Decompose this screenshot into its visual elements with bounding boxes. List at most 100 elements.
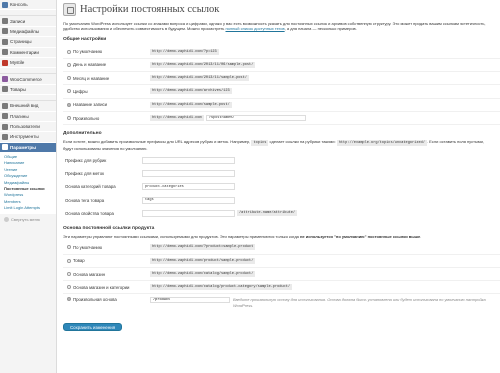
permalink-option-row: Название записи http://demo.zaphid1.com/s… — [63, 99, 500, 112]
optional-heading: Дополнительно — [63, 131, 102, 137]
sidebar-item-pin[interactable]: Записи — [0, 16, 56, 27]
save-changes-button[interactable]: Сохранить изменения — [63, 323, 123, 332]
page-title: Настройки постоянных ссылок — [80, 4, 220, 15]
sidebar-item-appearance[interactable]: Внешний вид — [0, 101, 56, 112]
product-base-example-code: http://demo.zaphid1.com/catalog/product-… — [150, 284, 293, 291]
product-base-option-row: Основа магазин http://demo.zaphid1.com/ca… — [63, 268, 500, 282]
settings-page-icon — [63, 3, 76, 16]
sidebar-item-tools[interactable]: Инструменты — [0, 132, 56, 143]
sidebar-item-products[interactable]: Товары — [0, 85, 56, 96]
optional-field-row: Префикс для меток — [63, 167, 500, 180]
sidebar-item-label: Плагины — [10, 113, 29, 119]
sidebar-item-pages[interactable]: Страницы — [0, 37, 56, 48]
sidebar-item-dashboard[interactable]: Консоль — [0, 0, 56, 11]
sidebar-item-settings[interactable]: Параметры — [0, 142, 56, 154]
permalink-option-label: По умолчанию — [73, 49, 103, 55]
collapse-menu-button[interactable]: Свернуть меню — [0, 214, 56, 222]
optional-field-input[interactable] — [142, 209, 235, 217]
product-base-option-row: По умолчанию http://demo.zaphid1.com/?pro… — [63, 241, 500, 255]
permalink-option-label: Месяц и название — [73, 75, 110, 81]
sidebar-item-media[interactable]: Медиафайлы — [0, 27, 56, 38]
settings-submenu: Общие Написание Чтение Обсуждение Медиафайлы… — [0, 153, 56, 214]
permalink-example-code: http://demo.zaphid1.com/archives/123 — [150, 88, 232, 95]
media-icon — [2, 28, 8, 35]
submenu-item[interactable]: Limit Login Attempts — [0, 205, 56, 211]
permalink-option-label: Название записи — [73, 102, 108, 108]
title-row: Настройки постоянных ссылок — [63, 1, 500, 18]
product-base-radio[interactable] — [67, 258, 71, 263]
product-options: По умолчанию http://demo.zaphid1.com/?pro… — [63, 241, 500, 295]
optional-field-input[interactable] — [142, 170, 235, 178]
custom-structure-input[interactable] — [205, 115, 306, 122]
product-base-option-label: Основа магазин — [73, 271, 105, 277]
products-icon — [2, 86, 8, 93]
product-custom-label: Произвольная основа — [73, 297, 117, 303]
sidebar-item-label: WooCommerce — [10, 76, 42, 82]
general-settings-heading: Общие настройки — [63, 37, 107, 43]
product-custom-description: Введите произвольную основу для использо… — [233, 297, 486, 308]
product-base-example-code: http://demo.zaphid1.com/product/sample-p… — [150, 257, 256, 264]
main-content: Настройки постоянных ссылок По умолчанию… — [57, 0, 500, 373]
permalink-example-code: http://demo.zaphid1.com/sample-post/ — [150, 101, 232, 108]
product-base-radio[interactable] — [67, 272, 71, 277]
collapse-label: Свернуть меню — [11, 216, 40, 222]
permalink-radio[interactable] — [67, 62, 71, 67]
sidebar-item-label: Медиафайлы — [10, 28, 40, 34]
permalink-radio[interactable] — [67, 49, 71, 54]
product-base-example-code: http://demo.zaphid1.com/?product=sample-… — [150, 244, 256, 251]
product-base-option-label: Основа магазин и категории — [73, 284, 130, 290]
sidebar-item-label: Консоль — [10, 2, 28, 8]
sidebar-item-comments[interactable]: Комментарии — [0, 48, 56, 58]
optional-fields: Префикс для рубрик Префикс для меток Основ… — [63, 154, 500, 220]
tools-icon — [2, 133, 8, 140]
permalink-radio[interactable] — [67, 76, 71, 81]
product-custom-base-input[interactable] — [150, 297, 230, 304]
comments-icon — [2, 49, 8, 56]
sidebar-item-label: Комментарии — [10, 49, 39, 55]
optional-field-label: Префикс для меток — [65, 171, 104, 177]
permalink-example-code: http://demo.zaphid1.com/2013/11/sample-p… — [150, 75, 249, 82]
permalink-option-row: Цифры http://demo.zaphid1.com/archives/12… — [63, 85, 500, 99]
sidebar-item-label: Mystile — [10, 60, 25, 66]
product-base-radio[interactable] — [67, 285, 71, 290]
plugins-icon — [2, 113, 8, 120]
theme-icon — [2, 59, 8, 66]
permalink-option-label: День и название — [73, 62, 107, 68]
pin-icon — [2, 18, 8, 25]
permalink-option-row: По умолчанию http://demo.zaphid1.com/?p=1… — [63, 45, 500, 59]
tags-list-link[interactable]: полный список доступных тегов — [226, 26, 285, 31]
product-custom-radio[interactable] — [67, 297, 71, 302]
sidebar-item-users[interactable]: Пользователи — [0, 122, 56, 133]
product-base-option-row: Товар http://demo.zaphid1.com/product/sam… — [63, 255, 500, 268]
optional-field-input[interactable] — [142, 156, 235, 164]
general-options: По умолчанию http://demo.zaphid1.com/?p=1… — [63, 45, 500, 126]
pages-icon — [2, 38, 8, 45]
permalink-option-row: Месяц и название http://demo.zaphid1.com/… — [63, 72, 500, 86]
sidebar-item-label: Товары — [10, 86, 26, 92]
product-description: Эти параметры управляют постоянными ссыл… — [63, 234, 422, 240]
permalink-example-code: http://demo.zaphid1.com/2013/11/06/sampl… — [150, 61, 256, 68]
example-url-code: http://example.org/topics/uncategorized/ — [336, 140, 427, 147]
optional-field-label: Основа свойства товара — [65, 210, 114, 216]
optional-field-label: Префикс для рубрик — [65, 157, 107, 163]
permalink-radio[interactable] — [67, 102, 71, 107]
sidebar-item-woocommerce[interactable]: WooCommerce — [0, 74, 56, 85]
optional-field-input[interactable] — [142, 196, 235, 204]
optional-field-row: Основа свойства товара/attribute-name/at… — [63, 207, 500, 220]
permalink-radio[interactable] — [67, 89, 71, 94]
permalink-example-code: http://demo.zaphid1.com/?p=123 — [150, 48, 219, 55]
optional-field-input[interactable] — [142, 183, 235, 191]
optional-field-label: Основа тега товара — [65, 197, 105, 203]
product-base-radio[interactable] — [67, 245, 71, 250]
permalink-option-label: Произвольно — [73, 115, 100, 121]
sidebar-item-theme[interactable]: Mystile — [0, 58, 56, 69]
sidebar-item-plugins[interactable]: Плагины — [0, 112, 56, 122]
optional-field-row: Префикс для рубрик — [63, 154, 500, 167]
appearance-icon — [2, 102, 8, 109]
permalink-radio[interactable] — [67, 116, 71, 121]
optional-field-label: Основа категорий товара — [65, 184, 116, 190]
admin-sidebar: Консоль Записи Медиафайлы Страницы Комментар… — [0, 0, 57, 373]
attribute-suffix-code: /attribute-name/attribute/ — [237, 210, 298, 217]
product-base-example-code: http://demo.zaphid1.com/catalog/sample-p… — [150, 271, 256, 278]
product-base-option-label: Товар — [73, 258, 85, 264]
